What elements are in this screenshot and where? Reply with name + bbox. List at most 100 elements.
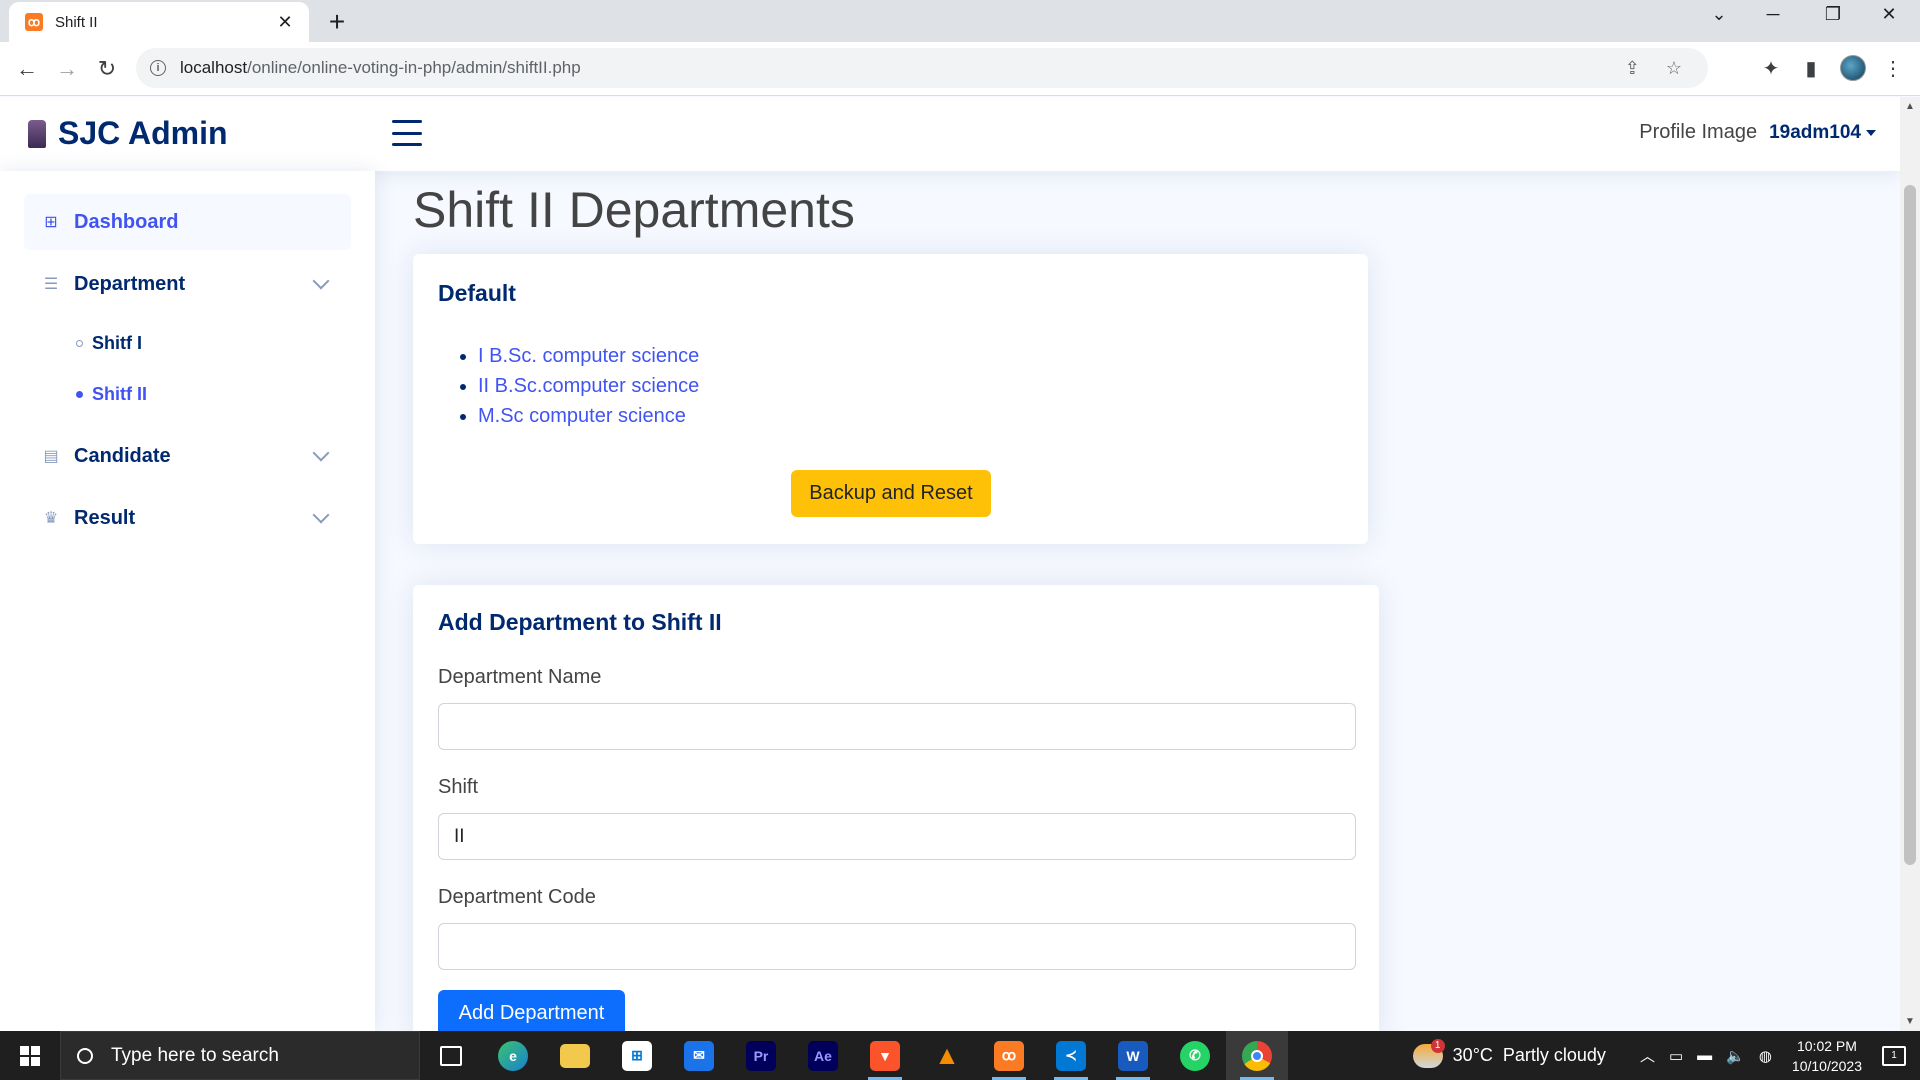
caret-down-icon[interactable] <box>1866 129 1876 136</box>
extensions-icon[interactable]: ✦ <box>1758 56 1784 81</box>
forward-button[interactable]: → <box>50 52 84 86</box>
browser-tab[interactable]: ꝏ Shift II ✕ <box>9 2 309 42</box>
close-tab-icon[interactable]: ✕ <box>275 12 295 33</box>
logo[interactable]: SJC Admin <box>28 115 228 152</box>
mail-icon[interactable]: ✉ <box>668 1031 730 1080</box>
volume-icon[interactable]: 🔈 <box>1726 1047 1745 1065</box>
vscode-icon[interactable]: ≺ <box>1040 1031 1102 1080</box>
browser-menu-icon[interactable]: ⋮ <box>1880 56 1906 81</box>
system-tray: 1 30°C Partly cloudy ︿ ▭ ▬ 🔈 ◍ 10:02 PM … <box>1412 1031 1920 1080</box>
sidebar-subitem-label: Shitf II <box>92 384 147 404</box>
page-scrollbar[interactable]: ▲ ▼ <box>1900 97 1920 1031</box>
bookmark-star-icon[interactable]: ☆ <box>1666 58 1682 79</box>
circle-icon <box>76 391 83 398</box>
taskbar-search-placeholder: Type here to search <box>111 1044 279 1066</box>
clock[interactable]: 10:02 PM 10/10/2023 <box>1792 1036 1862 1076</box>
windows-taskbar: Type here to search e ⊞ ✉ Pr Ae ▼ ▲ ꝏ ≺ … <box>0 1031 1920 1080</box>
weather-badge: 1 <box>1430 1038 1445 1053</box>
edge-icon[interactable]: e <box>482 1031 544 1080</box>
backup-reset-button[interactable]: Backup and Reset <box>791 470 991 517</box>
toggle-sidebar-icon[interactable] <box>392 120 422 146</box>
url-host: localhost <box>180 58 248 77</box>
close-window-button[interactable]: ✕ <box>1866 4 1912 25</box>
after-effects-icon[interactable]: Ae <box>792 1031 854 1080</box>
college-logo-icon <box>28 119 46 148</box>
back-button[interactable]: ← <box>10 52 44 86</box>
list-item[interactable]: I B.Sc. computer science <box>478 341 1343 371</box>
list-item[interactable]: M.Sc computer science <box>478 401 1343 431</box>
browser-tabstrip: ꝏ Shift II ✕ + ⌄ ─ ❐ ✕ <box>0 0 1920 42</box>
profile-dropdown[interactable]: Profile Image 19adm104 <box>1639 121 1876 144</box>
restore-button[interactable]: ❐ <box>1810 4 1856 25</box>
tab-search-icon[interactable]: ⌄ <box>1696 4 1742 25</box>
shift-label: Shift <box>438 776 479 798</box>
department-code-label: Department Code <box>438 886 596 908</box>
notification-center-icon[interactable]: 1 <box>1882 1045 1906 1066</box>
share-icon[interactable]: ⇪ <box>1625 58 1640 79</box>
battery-icon[interactable]: ▬ <box>1697 1047 1712 1064</box>
premiere-pro-icon[interactable]: Pr <box>730 1031 792 1080</box>
weather-widget[interactable]: 1 30°C Partly cloudy <box>1412 1038 1606 1068</box>
circle-icon <box>76 340 83 347</box>
grid-icon: ⊞ <box>44 214 58 231</box>
network-globe-icon[interactable]: ◍ <box>1759 1047 1772 1065</box>
department-name-input[interactable] <box>438 703 1356 750</box>
weather-desc: Partly cloudy <box>1502 1045 1606 1065</box>
sidebar-subitem-label: Shitf I <box>92 333 142 353</box>
card-title: Default <box>438 280 516 306</box>
scroll-down-icon[interactable]: ▼ <box>1900 1016 1920 1027</box>
vlc-icon[interactable]: ▲ <box>916 1031 978 1080</box>
xampp-icon[interactable]: ꝏ <box>978 1031 1040 1080</box>
department-name-label: Department Name <box>438 666 602 688</box>
start-button[interactable] <box>0 1031 60 1080</box>
add-department-card: Add Department to Shift II Department Na… <box>413 585 1379 1031</box>
meet-now-icon[interactable]: ▭ <box>1669 1047 1683 1065</box>
scroll-up-icon[interactable]: ▲ <box>1900 101 1920 112</box>
brave-browser-icon[interactable]: ▼ <box>854 1031 916 1080</box>
reload-button[interactable]: ↻ <box>90 52 124 86</box>
address-bar[interactable]: i localhost/online/online-voting-in-php/… <box>136 48 1708 88</box>
chevron-down-icon <box>312 272 330 290</box>
browser-profile-avatar[interactable] <box>1840 55 1866 81</box>
whatsapp-icon[interactable]: ✆ <box>1164 1031 1226 1080</box>
profile-username[interactable]: 19adm104 <box>1769 122 1861 144</box>
profile-image[interactable]: Profile Image <box>1639 121 1757 144</box>
layout-icon: ☰ <box>43 276 59 293</box>
word-icon[interactable]: W <box>1102 1031 1164 1080</box>
chevron-down-icon <box>312 444 330 462</box>
clock-date: 10/10/2023 <box>1791 1057 1862 1074</box>
sidebar-item-dashboard[interactable]: ⊞ Dashboard <box>24 194 351 250</box>
sidebar-item-department[interactable]: ☰ Department <box>24 256 351 312</box>
notification-count: 1 <box>1891 1049 1897 1061</box>
show-hidden-icons-icon[interactable]: ︿ <box>1640 1045 1655 1066</box>
new-tab-button[interactable]: + <box>322 6 352 38</box>
shift-input[interactable] <box>438 813 1356 860</box>
task-view-icon[interactable] <box>420 1031 482 1080</box>
microsoft-store-icon[interactable]: ⊞ <box>606 1031 668 1080</box>
chrome-icon[interactable] <box>1226 1031 1288 1080</box>
sidebar-item-result[interactable]: ♛ Result <box>24 490 351 546</box>
sidebar-subitem-shift-1[interactable]: Shitf I <box>24 318 351 369</box>
list-item[interactable]: II B.Sc.computer science <box>478 371 1343 401</box>
clock-time: 10:02 PM <box>1796 1037 1857 1054</box>
site-info-icon[interactable]: i <box>150 60 166 76</box>
department-code-input[interactable] <box>438 923 1356 970</box>
scrollbar-thumb[interactable] <box>1904 185 1916 865</box>
sidebar-subitem-shift-2[interactable]: Shitf II <box>24 369 351 420</box>
add-department-button[interactable]: Add Department <box>438 990 625 1031</box>
chevron-down-icon <box>312 506 330 524</box>
side-panel-icon[interactable]: ▮ <box>1798 56 1824 81</box>
url-text[interactable]: localhost/online/online-voting-in-php/ad… <box>180 58 1625 78</box>
sidebar-item-label: Dashboard <box>74 210 179 233</box>
app-header: SJC Admin Profile Image 19adm104 <box>0 97 1900 171</box>
default-departments-card: Default I B.Sc. computer science II B.Sc… <box>413 254 1368 544</box>
weather-temp: 30°C <box>1452 1045 1493 1065</box>
brand-name: SJC Admin <box>58 115 228 151</box>
xampp-icon: ꝏ <box>25 13 43 31</box>
minimize-button[interactable]: ─ <box>1750 4 1796 25</box>
taskbar-search[interactable]: Type here to search <box>60 1031 420 1080</box>
sidebar-item-candidate[interactable]: ▤ Candidate <box>24 428 351 484</box>
file-explorer-icon[interactable] <box>544 1031 606 1080</box>
sidebar-item-label: Candidate <box>74 444 171 467</box>
card-title: Add Department to Shift II <box>438 609 722 635</box>
